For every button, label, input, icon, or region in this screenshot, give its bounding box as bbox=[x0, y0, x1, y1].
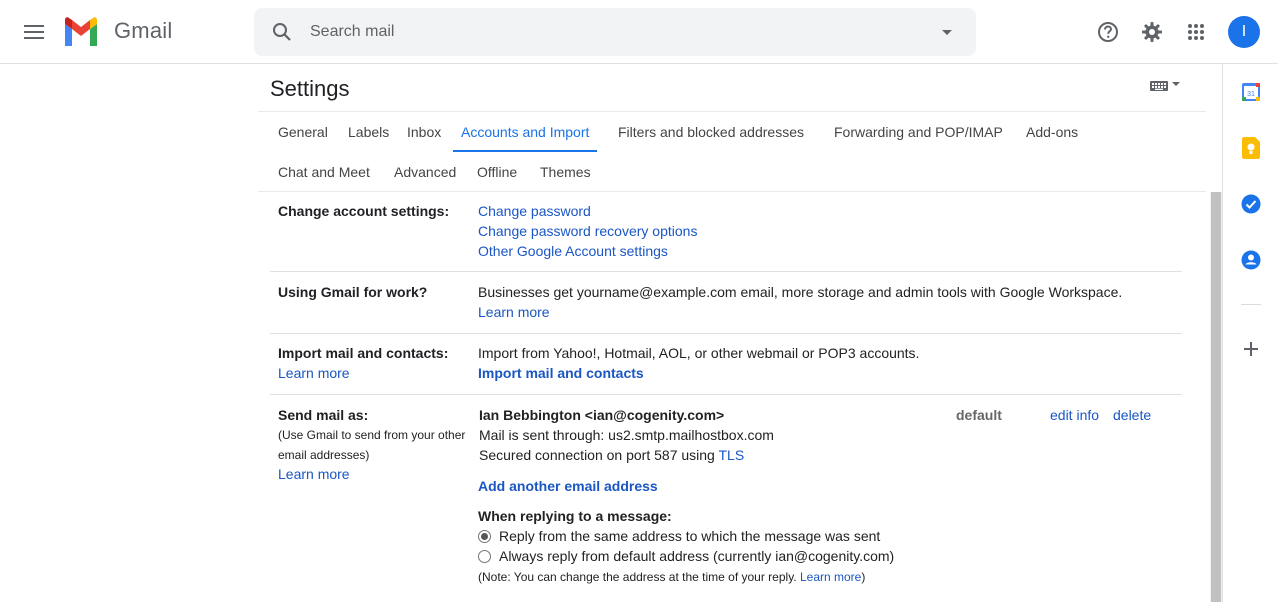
input-tools-button[interactable] bbox=[1150, 80, 1180, 92]
keyboard-icon bbox=[1150, 81, 1168, 91]
calendar-icon: 31 bbox=[1242, 83, 1260, 101]
reply-note: (Note: You can change the address at the… bbox=[478, 570, 865, 584]
side-panel: 31 bbox=[1222, 64, 1278, 602]
settings-title: Settings bbox=[270, 76, 350, 101]
menu-icon bbox=[24, 25, 44, 39]
get-addons-button[interactable] bbox=[1239, 337, 1263, 361]
contacts-app-button[interactable] bbox=[1239, 248, 1263, 272]
tasks-icon bbox=[1241, 194, 1261, 214]
send-mail-as-label: Send mail as: bbox=[278, 407, 369, 423]
google-apps-button[interactable] bbox=[1174, 10, 1218, 54]
settings-tabs: General Labels Inbox Accounts and Import… bbox=[258, 111, 1206, 192]
radio-default-address[interactable] bbox=[478, 550, 491, 563]
tab-labels[interactable]: Labels bbox=[348, 112, 389, 152]
search-bar bbox=[254, 8, 976, 56]
change-account-settings-row: Change account settings: Change password… bbox=[270, 192, 1182, 272]
search-options-button[interactable] bbox=[918, 29, 976, 35]
send-mail-as-hint-line2: email addresses) bbox=[278, 448, 370, 462]
caret-down-icon bbox=[942, 29, 952, 35]
keep-app-button[interactable] bbox=[1239, 136, 1263, 160]
help-icon bbox=[1098, 22, 1118, 42]
send-as-learn-more-link[interactable]: Learn more bbox=[278, 466, 350, 482]
secured-connection-text: Secured connection on port 587 using bbox=[479, 447, 719, 463]
reply-heading: When replying to a message: bbox=[478, 508, 672, 524]
send-mail-as-hint-line1: (Use Gmail to send from your other bbox=[278, 428, 466, 442]
other-google-account-settings-link[interactable]: Other Google Account settings bbox=[478, 243, 668, 259]
main-menu-button[interactable] bbox=[12, 10, 56, 54]
tab-filters-and-blocked-addresses[interactable]: Filters and blocked addresses bbox=[618, 112, 804, 152]
tab-offline[interactable]: Offline bbox=[477, 152, 517, 192]
calendar-app-button[interactable]: 31 bbox=[1239, 80, 1263, 104]
add-another-email-link[interactable]: Add another email address bbox=[478, 478, 658, 494]
tab-general[interactable]: General bbox=[278, 112, 328, 152]
side-panel-divider bbox=[1241, 304, 1261, 305]
import-learn-more-link[interactable]: Learn more bbox=[278, 365, 350, 381]
svg-text:31: 31 bbox=[1247, 91, 1255, 98]
reply-note-text: (Note: You can change the address at the… bbox=[478, 570, 800, 584]
change-password-link[interactable]: Change password bbox=[478, 203, 591, 219]
import-mail-label: Import mail and contacts: bbox=[278, 345, 449, 361]
delete-link[interactable]: delete bbox=[1113, 407, 1151, 423]
search-icon bbox=[273, 23, 291, 41]
keep-icon bbox=[1242, 137, 1260, 159]
tab-chat-and-meet[interactable]: Chat and Meet bbox=[278, 152, 370, 192]
gmail-for-work-text: Businesses get yourname@example.com emai… bbox=[478, 284, 1123, 300]
send-mail-as-row: Send mail as: (Use Gmail to send from yo… bbox=[270, 395, 1182, 602]
tab-themes[interactable]: Themes bbox=[540, 152, 591, 192]
tab-forwarding-and-pop-imap[interactable]: Forwarding and POP/IMAP bbox=[834, 112, 1003, 152]
apps-grid-icon bbox=[1188, 24, 1204, 40]
search-input[interactable] bbox=[310, 23, 918, 41]
import-mail-row: Import mail and contacts: Learn more Imp… bbox=[270, 334, 1182, 395]
default-badge: default bbox=[956, 407, 1002, 423]
contacts-icon bbox=[1241, 250, 1261, 270]
reply-option-default-address[interactable]: Always reply from default address (curre… bbox=[478, 548, 894, 564]
reply-option-same-address[interactable]: Reply from the same address to which the… bbox=[478, 528, 880, 544]
gmail-for-work-row: Using Gmail for work? Businesses get you… bbox=[270, 272, 1182, 334]
gmail-for-work-label: Using Gmail for work? bbox=[278, 284, 428, 300]
gear-icon bbox=[1142, 22, 1162, 42]
account-avatar[interactable]: I bbox=[1228, 16, 1260, 48]
radio-same-address[interactable] bbox=[478, 530, 491, 543]
tab-add-ons[interactable]: Add-ons bbox=[1026, 112, 1078, 152]
tab-advanced[interactable]: Advanced bbox=[394, 152, 456, 192]
tls-link[interactable]: TLS bbox=[718, 447, 744, 463]
scrollbar-thumb[interactable] bbox=[1211, 192, 1221, 602]
import-description: Import from Yahoo!, Hotmail, AOL, or oth… bbox=[478, 345, 920, 361]
tab-inbox[interactable]: Inbox bbox=[407, 112, 441, 152]
send-as-secured-connection: Secured connection on port 587 using TLS bbox=[479, 447, 744, 463]
change-account-settings-label: Change account settings: bbox=[278, 203, 450, 219]
search-button[interactable] bbox=[254, 22, 310, 42]
workspace-learn-more-link[interactable]: Learn more bbox=[478, 304, 550, 320]
import-mail-and-contacts-link[interactable]: Import mail and contacts bbox=[478, 365, 644, 381]
reply-option-default-address-label: Always reply from default address (curre… bbox=[499, 548, 895, 564]
support-button[interactable] bbox=[1086, 10, 1130, 54]
caret-down-icon bbox=[1172, 82, 1180, 86]
gmail-m-icon bbox=[65, 17, 97, 46]
plus-icon bbox=[1244, 342, 1258, 356]
change-recovery-options-link[interactable]: Change password recovery options bbox=[478, 223, 697, 239]
tab-accounts-and-import[interactable]: Accounts and Import bbox=[453, 112, 598, 152]
send-as-smtp-server: Mail is sent through: us2.smtp.mailhostb… bbox=[479, 427, 774, 443]
gmail-logo[interactable]: Gmail bbox=[62, 16, 172, 46]
edit-info-link[interactable]: edit info bbox=[1050, 407, 1099, 423]
settings-button[interactable] bbox=[1130, 10, 1174, 54]
app-name: Gmail bbox=[114, 18, 173, 43]
send-as-account-name: Ian Bebbington <ian@cogenity.com> bbox=[479, 407, 725, 423]
header-actions: I bbox=[1086, 0, 1278, 64]
reply-note-close-paren: ) bbox=[861, 570, 866, 584]
top-bar: Gmail Search mail I bbox=[0, 0, 1278, 64]
reply-option-same-address-label: Reply from the same address to which the… bbox=[499, 528, 881, 544]
reply-note-learn-more-link[interactable]: Learn more bbox=[800, 570, 861, 584]
tasks-app-button[interactable] bbox=[1239, 192, 1263, 216]
